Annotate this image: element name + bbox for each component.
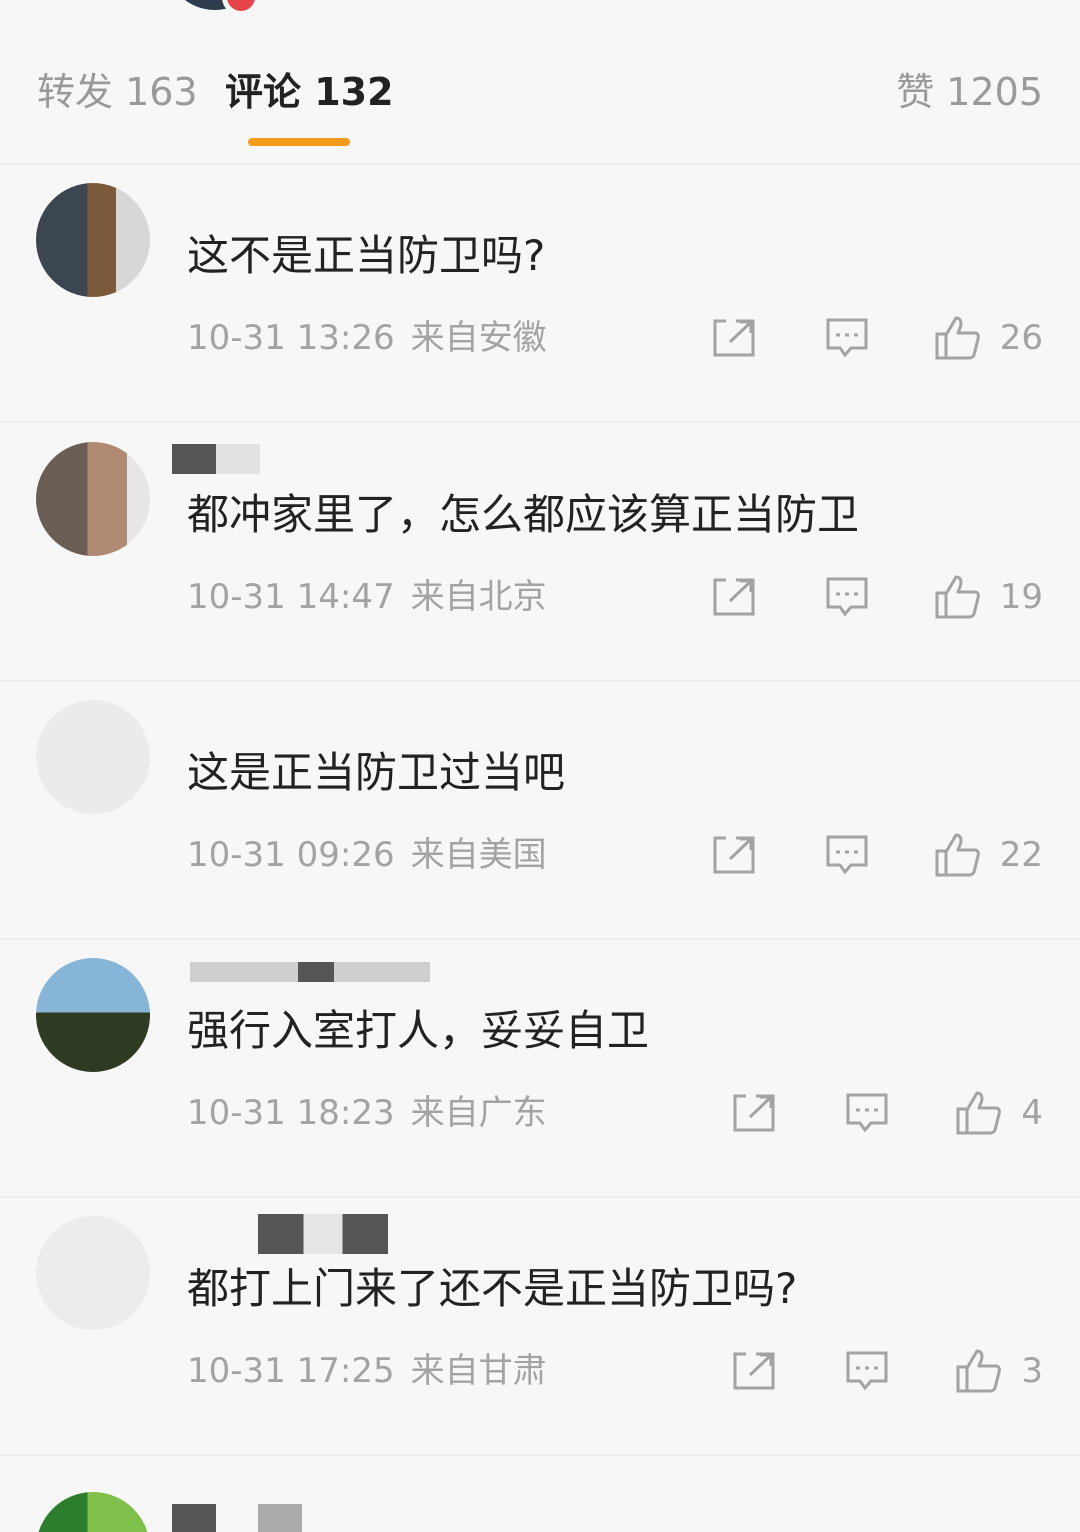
thumb-up-icon xyxy=(935,833,980,877)
comment-meta: 10-31 13:26 来自安徽 xyxy=(187,315,547,361)
avatar[interactable] xyxy=(36,1216,150,1330)
like-button[interactable]: 22 xyxy=(934,832,1043,878)
comment-location: 来自甘肃 xyxy=(410,1351,547,1391)
like-button[interactable]: 19 xyxy=(934,574,1043,620)
comment-time: 10-31 13:26 xyxy=(187,318,395,358)
like-button[interactable]: 3 xyxy=(955,1348,1043,1394)
avatar[interactable] xyxy=(36,442,150,556)
avatar[interactable] xyxy=(36,1492,150,1532)
like-count: 3 xyxy=(1021,1351,1043,1391)
comment-icon[interactable] xyxy=(823,315,871,361)
comment-time: 10-31 17:25 xyxy=(187,1351,395,1391)
comment-page: 转发 163 评论 132 赞 1205 这不是正当防卫吗? 10-31 13:… xyxy=(0,0,1080,1532)
comment-icon[interactable] xyxy=(823,574,871,620)
redacted-username xyxy=(172,444,260,474)
tab-bar: 转发 163 评论 132 赞 1205 xyxy=(0,0,1080,165)
comment-location: 来自北京 xyxy=(410,577,547,617)
comment-location: 来自安徽 xyxy=(410,318,547,358)
share-icon[interactable] xyxy=(730,1348,778,1394)
avatar[interactable] xyxy=(36,700,150,814)
comment-meta: 10-31 17:25 来自甘肃 xyxy=(187,1348,547,1394)
thumb-up-icon xyxy=(956,1091,1002,1135)
comment-meta: 10-31 14:47 来自北京 xyxy=(187,574,547,620)
comment-time: 10-31 14:47 xyxy=(187,577,395,617)
tab-like[interactable]: 赞 1205 xyxy=(896,64,1043,120)
comment-item: 这是正当防卫过当吧 10-31 09:26 来自美国 22 xyxy=(0,682,1080,940)
share-icon[interactable] xyxy=(730,1090,778,1136)
like-count: 4 xyxy=(1021,1093,1043,1133)
comment-icon[interactable] xyxy=(823,832,871,878)
redacted-username xyxy=(258,1214,388,1254)
thumb-up-icon xyxy=(956,1349,1002,1393)
redacted-username xyxy=(172,1504,216,1532)
comment-time: 10-31 18:23 xyxy=(187,1093,395,1133)
comment-time: 10-31 09:26 xyxy=(187,835,395,875)
tab-active-indicator xyxy=(248,138,350,146)
comment-text: 都打上门来了还不是正当防卫吗? xyxy=(187,1264,798,1313)
comment-icon[interactable] xyxy=(843,1090,891,1136)
tab-repost[interactable]: 转发 163 xyxy=(37,64,198,120)
like-count: 22 xyxy=(999,835,1043,875)
comment-item: 强行入室打人，妥妥自卫 10-31 18:23 来自广东 4 xyxy=(0,940,1080,1198)
share-icon[interactable] xyxy=(710,315,758,361)
comment-text: 强行入室打人，妥妥自卫 xyxy=(187,1006,650,1055)
comment-location: 来自美国 xyxy=(410,835,547,875)
comment-location: 来自广东 xyxy=(410,1093,547,1133)
comment-text: 都冲家里了，怎么都应该算正当防卫 xyxy=(187,490,860,539)
comment-meta: 10-31 18:23 来自广东 xyxy=(187,1090,547,1136)
tab-comment[interactable]: 评论 132 xyxy=(225,64,394,120)
share-icon[interactable] xyxy=(710,574,758,620)
thumb-up-icon xyxy=(935,575,980,619)
thumb-up-icon xyxy=(935,316,980,360)
comment-icon[interactable] xyxy=(843,1348,891,1394)
comment-meta: 10-31 09:26 来自美国 xyxy=(187,832,547,878)
avatar[interactable] xyxy=(36,183,150,297)
comment-text: 这不是正当防卫吗? xyxy=(187,231,546,280)
comment-text: 这是正当防卫过当吧 xyxy=(187,748,566,797)
redacted-username xyxy=(258,1504,302,1532)
redacted-username xyxy=(190,962,430,982)
comment-item: 这不是正当防卫吗? 10-31 13:26 来自安徽 26 xyxy=(0,165,1080,423)
avatar[interactable] xyxy=(36,958,150,1072)
comment-item: 都冲家里了，怎么都应该算正当防卫 10-31 14:47 来自北京 19 xyxy=(0,424,1080,682)
share-icon[interactable] xyxy=(710,832,758,878)
like-count: 19 xyxy=(999,577,1043,617)
like-button[interactable]: 4 xyxy=(955,1090,1043,1136)
like-button[interactable]: 26 xyxy=(934,315,1043,361)
like-count: 26 xyxy=(999,318,1043,358)
comment-item: 都打上门来了还不是正当防卫吗? 10-31 17:25 来自甘肃 3 xyxy=(0,1198,1080,1456)
